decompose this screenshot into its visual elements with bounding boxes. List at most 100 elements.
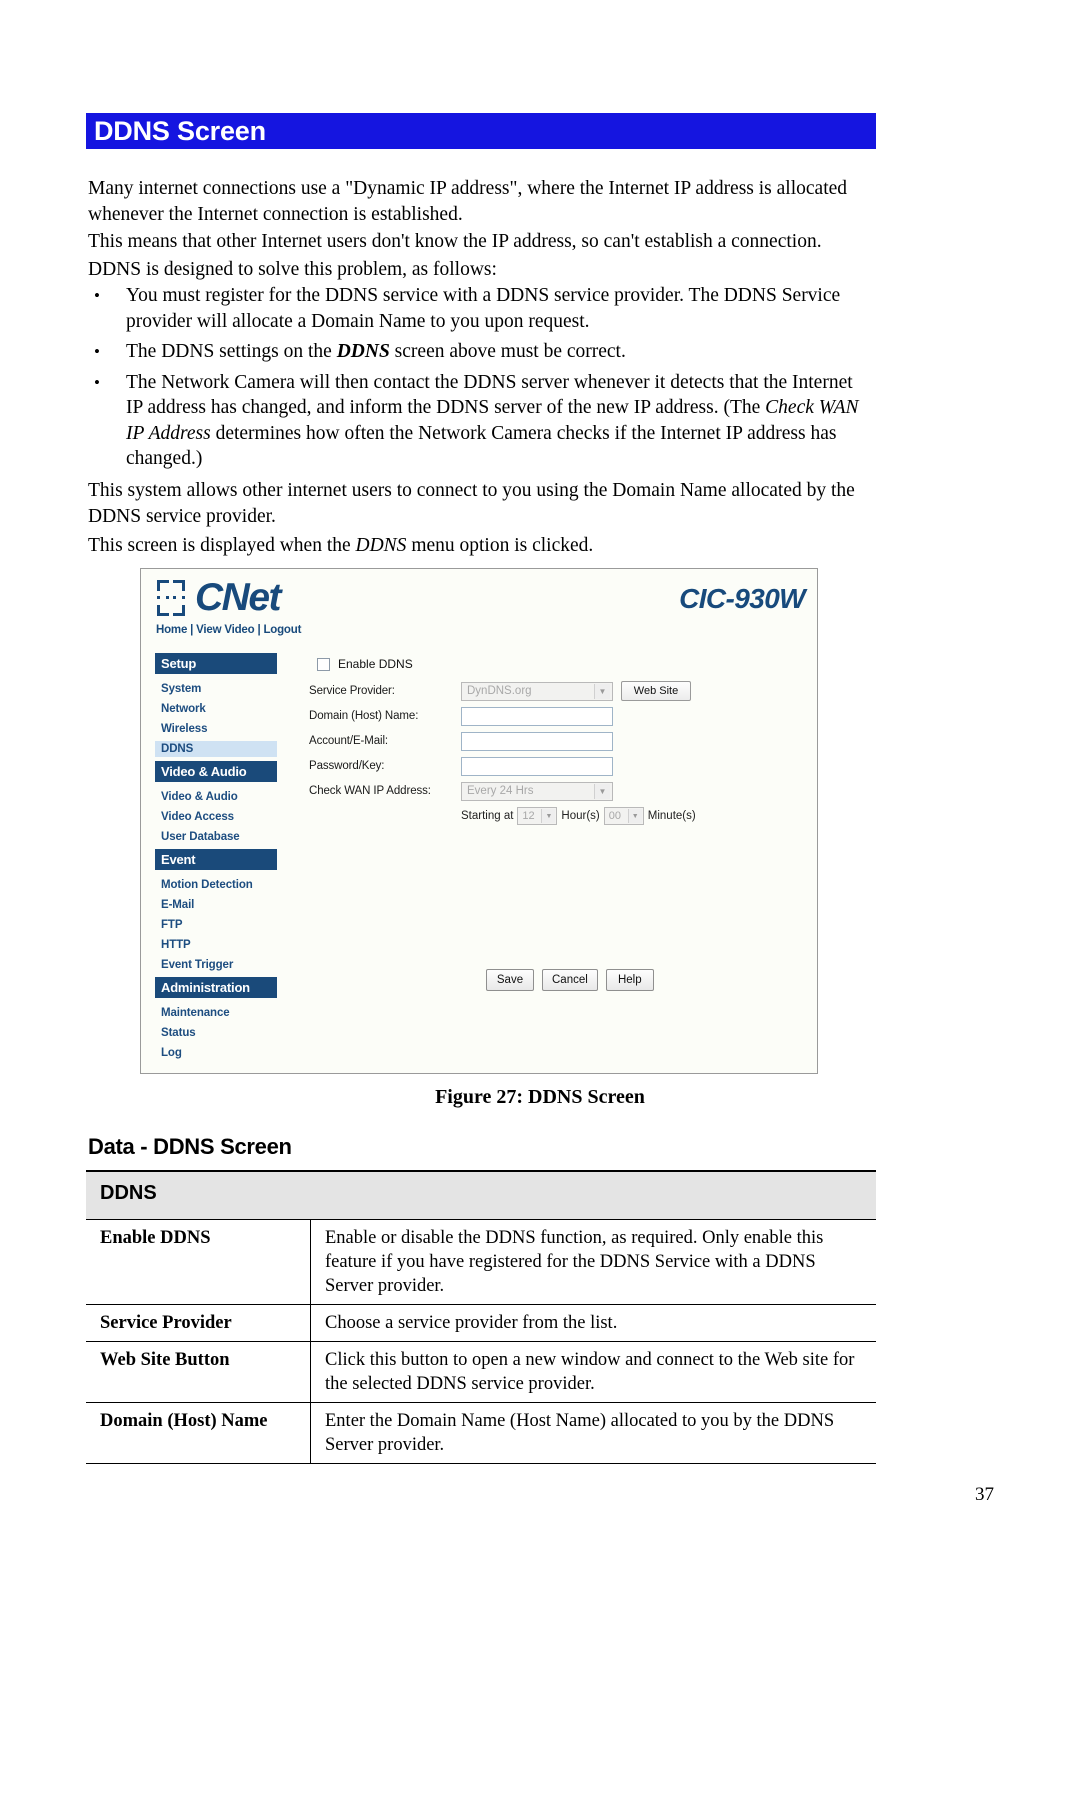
- minute-select[interactable]: 00 ▼: [603, 807, 644, 825]
- sidebar-item-log[interactable]: Log: [155, 1045, 277, 1061]
- list-item: • You must register for the DDNS service …: [88, 283, 870, 334]
- check-wan-select[interactable]: Every 24 Hrs ▼: [461, 781, 613, 801]
- table-header-row: DDNS: [86, 1170, 876, 1220]
- minute-unit-label: Minute(s): [647, 810, 696, 822]
- sidebar-item-event-trigger[interactable]: Event Trigger: [155, 957, 277, 973]
- intro-paragraph-1: Many internet connections use a "Dynamic…: [88, 178, 848, 225]
- domain-name-label: Domain (Host) Name:: [309, 710, 419, 722]
- list-item: • The Network Camera will then contact th…: [88, 370, 870, 472]
- table-row: Web Site Button Click this button to ope…: [86, 1341, 876, 1403]
- list-item-emphasis: DDNS: [336, 341, 390, 362]
- password-input[interactable]: [461, 756, 613, 776]
- table-row-key: Web Site Button: [86, 1341, 311, 1403]
- list-item-text-tail: screen above must be correct.: [389, 341, 626, 362]
- domain-name-row: Domain (Host) Name:: [309, 704, 799, 728]
- sidebar-item-motion-detection[interactable]: Motion Detection: [155, 877, 277, 893]
- table-row-key: Enable DDNS: [86, 1219, 311, 1305]
- paragraph-text: This screen is displayed when the: [88, 535, 356, 556]
- sidebar-item-network[interactable]: Network: [155, 701, 277, 717]
- account-input[interactable]: [461, 731, 613, 751]
- sidebar-item-video-audio[interactable]: Video & Audio: [155, 789, 277, 805]
- chevron-down-icon: ▼: [627, 809, 642, 823]
- sidebar-item-http[interactable]: HTTP: [155, 937, 277, 953]
- document-page: DDNS Screen Many internet connections us…: [0, 0, 1080, 1819]
- list-item: • The DDNS settings on the DDNS screen ab…: [88, 339, 870, 365]
- check-wan-label: Check WAN IP Address:: [309, 785, 431, 797]
- sidebar-group-event: Event: [155, 849, 277, 870]
- password-row: Password/Key:: [309, 754, 799, 778]
- table-row: Service Provider Choose a service provid…: [86, 1304, 876, 1342]
- web-site-button[interactable]: Web Site: [621, 681, 691, 701]
- account-row: Account/E-Mail:: [309, 729, 799, 753]
- brand-logo: CNet: [155, 576, 282, 619]
- page-number: 37: [975, 1484, 994, 1505]
- minute-value: 00: [608, 810, 622, 822]
- figure-caption: Figure 27: DDNS Screen: [435, 1086, 645, 1108]
- sidebar-group-setup: Setup: [155, 653, 277, 674]
- sidebar-item-ftp[interactable]: FTP: [155, 917, 277, 933]
- list-item-text: The Network Camera will then contact the…: [126, 371, 853, 419]
- table-row: Enable DDNS Enable or disable the DDNS f…: [86, 1219, 876, 1305]
- sidebar-item-maintenance[interactable]: Maintenance: [155, 1005, 277, 1021]
- service-provider-select[interactable]: DynDNS.org ▼: [461, 681, 613, 701]
- intro-paragraph-4: This system allows other internet users …: [88, 480, 855, 527]
- hour-unit-label: Hour(s): [561, 810, 600, 822]
- table-row-key: Domain (Host) Name: [86, 1402, 311, 1464]
- sidebar-group-video-audio: Video & Audio: [155, 761, 277, 782]
- section-banner: DDNS Screen: [86, 113, 876, 149]
- cnet-logo-icon: [155, 577, 193, 619]
- sidebar-item-user-database[interactable]: User Database: [155, 829, 277, 845]
- domain-name-input[interactable]: [461, 706, 613, 726]
- bullet-marker: •: [94, 342, 100, 361]
- sidebar-item-video-access[interactable]: Video Access: [155, 809, 277, 825]
- cancel-button[interactable]: Cancel: [542, 969, 598, 991]
- list-item-text-tail: determines how often the Network Camera …: [126, 422, 837, 470]
- intro-paragraph-5: This screen is displayed when the DDNS m…: [88, 533, 870, 559]
- check-wan-row: Check WAN IP Address: Every 24 Hrs ▼: [309, 779, 799, 803]
- enable-ddns-checkbox[interactable]: [317, 657, 330, 671]
- ui-header: CNet Home | View Video | Logout CIC-930W: [141, 569, 817, 647]
- sidebar-item-system[interactable]: System: [155, 681, 277, 697]
- chevron-down-icon: ▼: [541, 809, 556, 823]
- list-item-text: You must register for the DDNS service w…: [126, 285, 841, 332]
- bullet-marker: •: [94, 286, 100, 305]
- starting-at-row: Starting at 12 ▼ Hour(s) 00 ▼ Minute(s): [461, 807, 799, 825]
- page-title: DDNS Screen: [94, 115, 266, 146]
- chevron-down-icon: ▼: [594, 683, 610, 699]
- hour-select[interactable]: 12 ▼: [517, 807, 558, 825]
- sidebar-item-email[interactable]: E-Mail: [155, 897, 277, 913]
- sidebar: Setup System Network Wireless DDNS Video…: [155, 653, 277, 1065]
- help-button[interactable]: Help: [605, 969, 654, 991]
- bullet-list: • You must register for the DDNS service …: [88, 283, 870, 477]
- form-button-row: Save Cancel Help: [486, 969, 654, 991]
- hour-value: 12: [522, 810, 535, 822]
- save-button[interactable]: Save: [486, 969, 534, 991]
- table-row-value: Enable or disable the DDNS function, as …: [310, 1219, 876, 1305]
- check-wan-value: Every 24 Hrs: [467, 785, 534, 797]
- intro-paragraph-3: DDNS is designed to solve this problem, …: [88, 259, 497, 280]
- sidebar-group-administration: Administration: [155, 977, 277, 998]
- paragraph-emphasis: DDNS: [355, 535, 407, 556]
- list-item-text: The DDNS settings on the: [126, 341, 337, 362]
- data-section-heading: Data - DDNS Screen: [88, 1134, 292, 1159]
- chevron-down-icon: ▼: [594, 783, 610, 799]
- account-label: Account/E-Mail:: [309, 735, 389, 747]
- service-provider-label: Service Provider:: [309, 685, 395, 697]
- sidebar-item-status[interactable]: Status: [155, 1025, 277, 1041]
- table-row-value: Click this button to open a new window a…: [310, 1341, 876, 1403]
- enable-ddns-row: Enable DDNS: [317, 653, 799, 675]
- sidebar-item-ddns[interactable]: DDNS: [155, 741, 277, 757]
- table-row-key: Service Provider: [86, 1304, 311, 1342]
- device-model-label: CIC-930W: [679, 583, 805, 614]
- table-row-value: Enter the Domain Name (Host Name) alloca…: [310, 1402, 876, 1464]
- sidebar-item-wireless[interactable]: Wireless: [155, 721, 277, 737]
- service-provider-row: Service Provider: DynDNS.org ▼ Web Site: [309, 679, 799, 703]
- top-nav-links[interactable]: Home | View Video | Logout: [156, 624, 301, 636]
- brand-name: CNet: [195, 576, 282, 619]
- paragraph-text-tail: menu option is clicked.: [406, 535, 594, 556]
- table-row-value: Choose a service provider from the list.: [310, 1304, 876, 1342]
- password-label: Password/Key:: [309, 760, 385, 772]
- ddns-form: Enable DDNS Service Provider: DynDNS.org…: [309, 653, 799, 825]
- figure-screenshot: CNet Home | View Video | Logout CIC-930W…: [140, 568, 818, 1074]
- data-table: DDNS Enable DDNS Enable or disable the D…: [86, 1170, 876, 1464]
